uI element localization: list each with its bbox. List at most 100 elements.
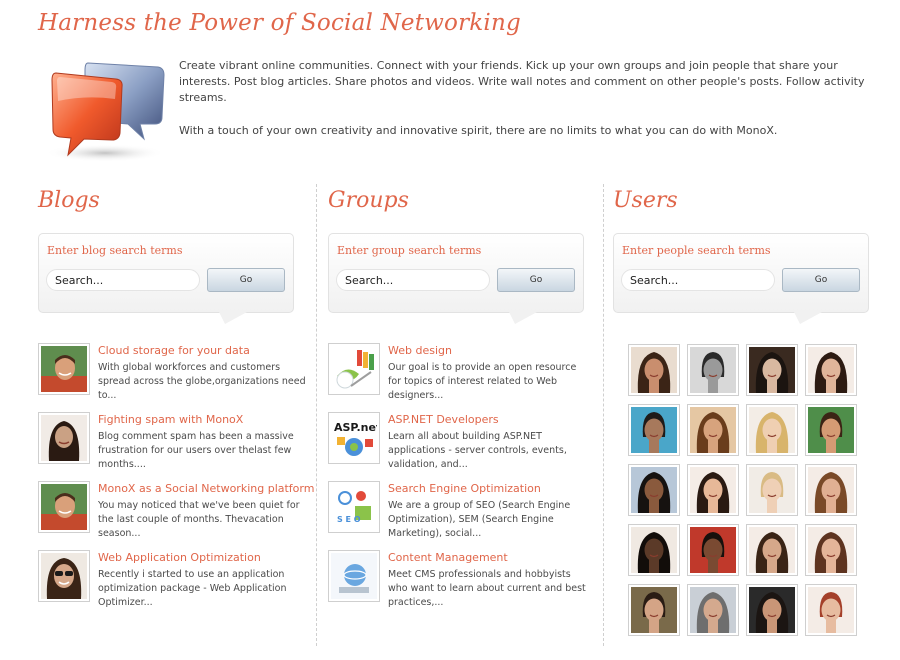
intro-text: Create vibrant online communities. Conne… bbox=[179, 58, 884, 156]
user-avatar-icon bbox=[808, 347, 854, 393]
seo-label-text: S E O bbox=[337, 515, 361, 524]
aspnet-logo-icon: ASP.net bbox=[331, 415, 381, 461]
blog-search-go-button[interactable]: Go bbox=[207, 268, 285, 292]
user-avatar[interactable] bbox=[628, 524, 680, 576]
user-avatar-icon bbox=[690, 587, 736, 633]
user-avatar[interactable] bbox=[687, 524, 739, 576]
woman-sunglasses-portrait-icon bbox=[41, 553, 87, 599]
user-avatar-icon bbox=[631, 587, 677, 633]
aspnet-logo-text: ASP.net bbox=[334, 421, 377, 434]
user-avatar-icon bbox=[631, 407, 677, 453]
blog-item: MonoX as a Social Networking platform Yo… bbox=[38, 481, 314, 550]
user-avatar[interactable] bbox=[805, 404, 857, 456]
user-avatar[interactable] bbox=[805, 344, 857, 396]
user-avatar-icon bbox=[631, 527, 677, 573]
user-avatar[interactable] bbox=[746, 464, 798, 516]
blog-item-description: You may noticed that we've been quiet fo… bbox=[98, 500, 300, 539]
blog-item: Fighting spam with MonoX Blog comment sp… bbox=[38, 412, 294, 481]
user-avatar-grid bbox=[628, 344, 868, 636]
user-avatar-icon bbox=[690, 407, 736, 453]
people-search-panel: Enter people search terms Go bbox=[613, 233, 869, 324]
blog-item: Web Application Optimization Recently i … bbox=[38, 550, 294, 619]
blog-thumbnail[interactable] bbox=[38, 481, 90, 533]
group-item: Content Management Meet CMS professional… bbox=[328, 550, 586, 619]
group-thumbnail[interactable] bbox=[328, 343, 380, 395]
user-avatar-icon bbox=[749, 347, 795, 393]
user-avatar[interactable] bbox=[805, 584, 857, 636]
page-headline: Harness the Power of Social Networking bbox=[38, 10, 521, 36]
blog-item-title[interactable]: Cloud storage for your data bbox=[98, 344, 250, 357]
group-list: Web design Our goal is to provide an ope… bbox=[328, 343, 586, 619]
user-avatar-icon bbox=[808, 587, 854, 633]
group-item-description: Learn all about building ASP.NET applica… bbox=[388, 431, 567, 470]
blog-list: Cloud storage for your data With global … bbox=[38, 343, 314, 619]
group-item-title[interactable]: Content Management bbox=[388, 551, 508, 564]
user-avatar[interactable] bbox=[628, 464, 680, 516]
group-item-description: We are a group of SEO (Search Engine Opt… bbox=[388, 500, 571, 539]
user-avatar-icon bbox=[749, 407, 795, 453]
blog-search-label: Enter blog search terms bbox=[47, 244, 183, 257]
groups-section: Groups Enter group search terms Go Web d… bbox=[328, 184, 586, 619]
users-section: Users Enter people search terms Go bbox=[613, 184, 869, 636]
group-search-panel: Enter group search terms Go bbox=[328, 233, 584, 324]
groups-title: Groups bbox=[328, 188, 409, 213]
group-thumbnail[interactable]: ASP.net bbox=[328, 412, 381, 464]
group-thumbnail[interactable] bbox=[328, 550, 380, 602]
column-divider bbox=[603, 184, 604, 646]
blog-search-input[interactable] bbox=[46, 269, 200, 291]
group-item-title[interactable]: Web design bbox=[388, 344, 452, 357]
seo-icon: S E O bbox=[331, 484, 377, 530]
group-item: S E O Search Engine Optimization We are … bbox=[328, 481, 584, 550]
user-avatar[interactable] bbox=[628, 584, 680, 636]
woman-portrait-icon bbox=[41, 415, 87, 461]
web-design-icon bbox=[331, 346, 377, 392]
blog-item-title[interactable]: Fighting spam with MonoX bbox=[98, 413, 243, 426]
people-search-go-button[interactable]: Go bbox=[782, 268, 860, 292]
user-avatar[interactable] bbox=[746, 344, 798, 396]
people-search-label: Enter people search terms bbox=[622, 244, 771, 257]
group-thumbnail[interactable]: S E O bbox=[328, 481, 380, 533]
group-item-title[interactable]: Search Engine Optimization bbox=[388, 482, 541, 495]
user-avatar[interactable] bbox=[687, 344, 739, 396]
user-avatar[interactable] bbox=[746, 584, 798, 636]
user-avatar-icon bbox=[690, 347, 736, 393]
blog-item: Cloud storage for your data With global … bbox=[38, 343, 306, 412]
blog-item-description: Blog comment spam has been a massive fru… bbox=[98, 431, 294, 470]
user-avatar[interactable] bbox=[805, 524, 857, 576]
blog-item-title[interactable]: MonoX as a Social Networking platform bbox=[98, 482, 314, 495]
intro-paragraph-1: Create vibrant online communities. Conne… bbox=[179, 59, 865, 104]
users-title: Users bbox=[613, 188, 678, 213]
group-item: Web design Our goal is to provide an ope… bbox=[328, 343, 584, 412]
group-search-input[interactable] bbox=[336, 269, 490, 291]
user-avatar[interactable] bbox=[628, 404, 680, 456]
user-avatar-icon bbox=[631, 347, 677, 393]
user-avatar[interactable] bbox=[687, 584, 739, 636]
man-portrait-icon bbox=[41, 484, 87, 530]
blog-item-description: With global workforces and customers spr… bbox=[98, 362, 306, 401]
group-item-title[interactable]: ASP.NET Developers bbox=[388, 413, 499, 426]
user-avatar[interactable] bbox=[687, 404, 739, 456]
user-avatar[interactable] bbox=[746, 404, 798, 456]
cms-icon bbox=[331, 553, 377, 599]
user-avatar[interactable] bbox=[805, 464, 857, 516]
blog-thumbnail[interactable] bbox=[38, 550, 90, 602]
blog-thumbnail[interactable] bbox=[38, 412, 90, 464]
user-avatar[interactable] bbox=[687, 464, 739, 516]
user-avatar-icon bbox=[808, 407, 854, 453]
blog-item-title[interactable]: Web Application Optimization bbox=[98, 551, 261, 564]
blogs-section: Blogs Enter blog search terms Go Cloud s… bbox=[38, 184, 314, 619]
blog-item-description: Recently i started to use an application… bbox=[98, 569, 287, 608]
people-search-input[interactable] bbox=[621, 269, 775, 291]
user-avatar-icon bbox=[690, 467, 736, 513]
user-avatar-icon bbox=[808, 467, 854, 513]
user-avatar-icon bbox=[808, 527, 854, 573]
user-avatar[interactable] bbox=[628, 344, 680, 396]
user-avatar[interactable] bbox=[746, 524, 798, 576]
user-avatar-icon bbox=[749, 587, 795, 633]
group-item-description: Meet CMS professionals and hobbyists who… bbox=[388, 569, 586, 608]
group-search-label: Enter group search terms bbox=[337, 244, 482, 257]
blogs-title: Blogs bbox=[38, 188, 100, 213]
blog-thumbnail[interactable] bbox=[38, 343, 90, 395]
group-item-description: Our goal is to provide an open resource … bbox=[388, 362, 577, 401]
group-search-go-button[interactable]: Go bbox=[497, 268, 575, 292]
